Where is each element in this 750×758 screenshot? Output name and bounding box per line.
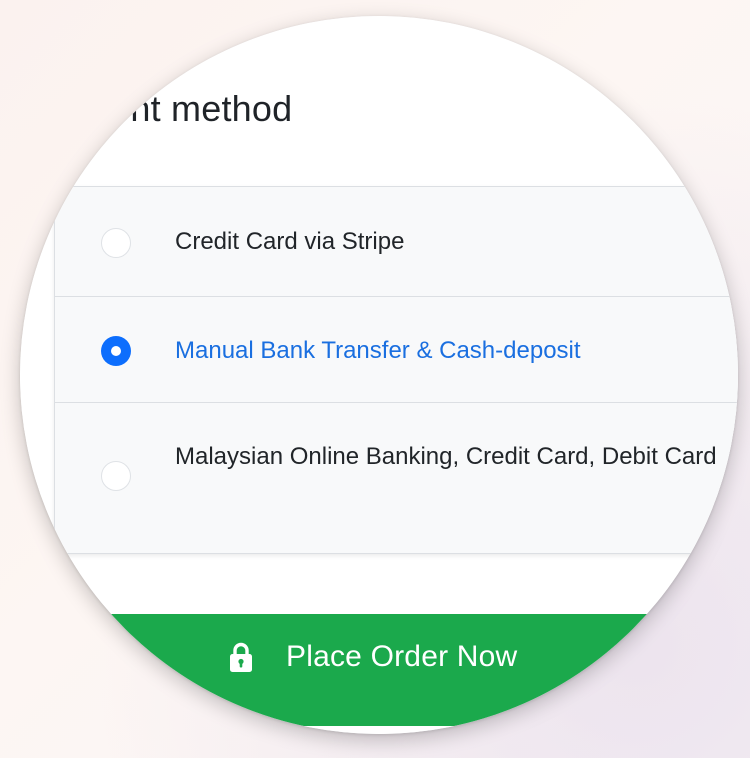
radio-button[interactable] [101, 461, 131, 491]
payment-method-list: Credit Card via Stripe Manual Bank Trans… [54, 186, 738, 554]
section-heading: ment method [80, 88, 293, 129]
payment-option-label: Manual Bank Transfer & Cash-deposit [175, 337, 581, 364]
magnifier-lens: ment method Credit Card via Stripe Manua… [20, 16, 738, 734]
payment-option-label: Malaysian Online Banking, Credit Card, D… [175, 443, 717, 470]
place-order-button[interactable]: Place Order Now [96, 614, 738, 726]
radio-button-selected[interactable] [101, 336, 131, 366]
payment-option-label: Credit Card via Stripe [175, 228, 405, 255]
payment-option-malaysian-online-banking[interactable]: Malaysian Online Banking, Credit Card, D… [55, 403, 738, 553]
payment-option-credit-card-stripe[interactable]: Credit Card via Stripe [55, 187, 738, 297]
payment-option-manual-bank-transfer[interactable]: Manual Bank Transfer & Cash-deposit [55, 297, 738, 403]
lock-icon [230, 642, 252, 672]
checkout-page: ment method Credit Card via Stripe Manua… [20, 16, 738, 734]
radio-button[interactable] [101, 228, 131, 258]
place-order-label: Place Order Now [286, 640, 518, 673]
